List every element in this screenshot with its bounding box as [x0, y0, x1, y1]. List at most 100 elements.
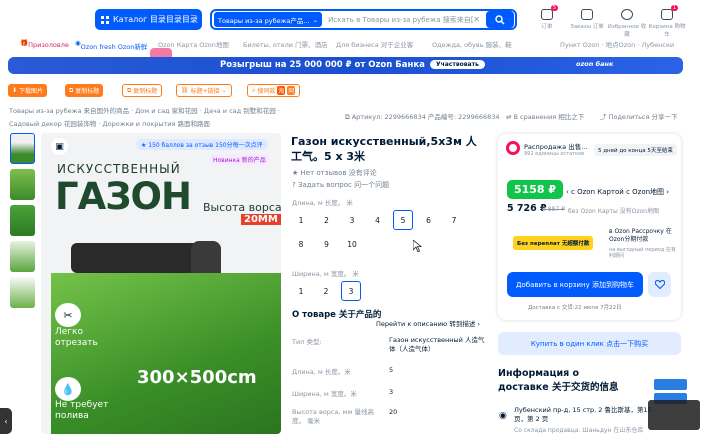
feature-no-water: Не требует полива	[55, 400, 109, 421]
sale-title[interactable]: Распродажа 出售...	[524, 141, 587, 151]
article-number[interactable]: ⧉ Артикул: 2299666834 产品编号: 2299666834	[345, 111, 500, 122]
length-option[interactable]: 5	[393, 210, 413, 230]
countdown: 5 дней до конца 5天至结束	[594, 144, 677, 156]
promo-banner[interactable]: Розыгрыш на 25 000 000 ₽ от Ozon Банка У…	[8, 57, 683, 74]
grid-icon	[101, 15, 109, 24]
length-option[interactable]: 8	[291, 234, 311, 254]
search-input[interactable]: Искать в Товары из-за рубежа 搜索来自国外的商品	[328, 15, 473, 25]
package-icon	[581, 9, 593, 20]
topic-orders-top[interactable]: 5 订单	[527, 5, 567, 30]
catalog-button[interactable]: Каталог 目录目录目录	[95, 9, 202, 30]
download-icon: ⬇	[12, 87, 18, 94]
thumbnail[interactable]	[10, 241, 35, 272]
title-link-button[interactable]: ⛓ 标题+链接 ⌄	[176, 84, 232, 97]
length-option[interactable]: 9	[317, 234, 337, 254]
copy-icon: ⧉	[127, 86, 132, 94]
banner-brand: ozon банк	[576, 60, 614, 68]
length-option[interactable]: 1	[291, 210, 311, 230]
regular-price-note: без Ozon Карты 没有Ozon地图	[568, 208, 659, 215]
copy-title-button-2[interactable]: ⧉ 复制标题	[122, 84, 163, 97]
topic-label: 订单	[541, 24, 553, 30]
prop-row: Высота ворса, мм 量线高度。 毫米 20	[292, 408, 398, 425]
main-product-image[interactable]: ▣ ★ 150 баллов за отзыв 150分每一次点评 Новинк…	[41, 133, 281, 434]
delivery-date: Доставка с 交货:22 июля 7月22日	[528, 305, 622, 311]
compare-link[interactable]: ⇄ В сравнения 相比之下	[506, 111, 584, 121]
width-option[interactable]: 2	[316, 281, 336, 301]
share-link[interactable]: ⤴ Поделиться 分享一下	[600, 111, 677, 121]
1688-icon: 阿	[287, 86, 296, 95]
compare-icon: ⇄	[506, 113, 514, 121]
old-price: 9 887 ₽	[542, 206, 565, 213]
nav-item[interactable]: Для бизнеса 对于企业客	[336, 39, 413, 49]
topic-favorites[interactable]: Избранное 收藏	[607, 9, 647, 38]
thumbnail[interactable]	[10, 169, 35, 200]
width-option[interactable]: 3	[341, 281, 361, 301]
search-bar: Товары из-за рубежа产品... ⌄ Искать в Товар…	[210, 9, 517, 30]
collapse-arrow-icon[interactable]: ‹	[0, 408, 12, 434]
delivery-warehouse: Со склада продавца. Шаньдун 在山东仓库	[514, 427, 644, 434]
catalog-label: Каталог 目录目录目录	[113, 15, 198, 24]
search-scope-label: Товары из-за рубежа产品...	[218, 16, 310, 25]
nav-item[interactable]: 🎁 Призоловле	[20, 39, 69, 49]
product-title: Газон искусственный,5х3м 人工气。5 x 3米	[291, 135, 477, 163]
breadcrumb-item[interactable]: Садовый декор 花园装饰物	[9, 120, 96, 128]
length-option[interactable]: 2	[317, 210, 337, 230]
copy-icon: ⧉	[69, 86, 74, 94]
length-option[interactable]: 7	[444, 210, 464, 230]
no-overpay-badge: Без переплат 无超额付款	[513, 236, 594, 250]
heart-icon	[654, 280, 665, 289]
height-value: 20ММ	[241, 214, 281, 225]
search-button[interactable]	[486, 11, 514, 28]
installment-sub: на выгодный период 在有利期间	[609, 247, 676, 259]
scissors-icon: ✂	[55, 303, 81, 327]
topic-label: Корзина 购物车	[648, 24, 686, 38]
play-icon[interactable]: ▣	[51, 138, 68, 155]
length-option[interactable]: 10	[342, 234, 362, 254]
ask-question-link[interactable]: ? Задать вопрос 问一个问题	[292, 180, 389, 190]
topic-label: Заказы 订单	[570, 24, 604, 30]
topic-orders[interactable]: Заказы 订单	[567, 9, 607, 30]
installment-text[interactable]: в Ozon Рассрочку 在Ozon分期付款	[609, 228, 679, 244]
nav-item[interactable]: Одежда, обувь 服装、鞋	[432, 39, 512, 49]
find-same-button[interactable]: ⌕ 搜同款淘阿	[247, 84, 301, 97]
breadcrumb-item[interactable]: Дом и сад 家和花园	[135, 107, 197, 115]
copy-icon: ⧉	[345, 113, 352, 121]
copy-title-button[interactable]: ⧉ 复制标题	[65, 84, 104, 97]
reviews-link[interactable]: ★ Нет отзывов 没有评论	[292, 168, 377, 178]
thumbnail[interactable]	[10, 205, 35, 236]
buy-one-click-button[interactable]: Купить в один клик 点击一下购买	[498, 332, 681, 355]
search-scope-select[interactable]: Товары из-за рубежа产品... ⌄	[214, 12, 323, 27]
length-option[interactable]: 4	[368, 210, 388, 230]
box-icon: 5	[541, 5, 558, 20]
download-images-button[interactable]: ⬇ 下载图片	[8, 84, 48, 97]
search-icon	[495, 14, 505, 25]
cart-icon: 1	[661, 5, 678, 20]
breadcrumb-item[interactable]: Дача и сад 别墅和花园	[204, 107, 276, 115]
banner-text: Розыгрыш на 25 000 000 ₽ от Ozon Банка	[220, 60, 425, 70]
clear-icon[interactable]: ✕	[473, 15, 480, 24]
length-option[interactable]: 3	[342, 210, 362, 230]
location[interactable]: Пункт Ozon · 地点Ozon · Лубенски	[560, 39, 674, 49]
review-bonus-badge[interactable]: ★ 150 баллов за отзыв 150分每一次点评	[136, 139, 268, 150]
length-option[interactable]: 6	[419, 210, 439, 230]
thumbnail[interactable]	[10, 277, 35, 308]
breadcrumb-item[interactable]: Товары из-за рубежа 来自国外的商品	[9, 107, 129, 115]
description-link[interactable]: Перейти к описанию 转到描述 ›	[376, 318, 480, 328]
breadcrumb-item[interactable]: Дорожки и покрытия 路面和路面	[103, 120, 210, 128]
nav-item[interactable]: ◉ Ozon fresh Ozon新鲜	[75, 39, 147, 51]
topic-cart[interactable]: 1 Корзина 购物车	[647, 5, 687, 38]
thumbnail[interactable]	[10, 133, 35, 164]
floating-widget-1[interactable]	[654, 379, 687, 390]
length-label: Длина, м 长度。 米	[292, 199, 353, 207]
cursor-icon	[413, 240, 422, 252]
floating-tooltip	[648, 400, 700, 430]
taobao-icon: 淘	[277, 86, 286, 95]
delivery-address[interactable]: Лубенский пр-д, 15 стр. 2 鲁比斯基，第15页，第 2 …	[514, 406, 664, 424]
banner-button[interactable]: Участвовать	[430, 60, 485, 69]
height-label: Высота ворса	[203, 201, 281, 214]
favorite-button[interactable]	[648, 272, 671, 297]
nav-item[interactable]: Билеты, отели 门票、酒店	[243, 39, 328, 49]
regular-price: 5 726 ₽	[507, 203, 547, 214]
add-to-cart-button[interactable]: Добавить в корзину 添加到购物车	[507, 272, 643, 297]
width-option[interactable]: 1	[291, 281, 311, 301]
